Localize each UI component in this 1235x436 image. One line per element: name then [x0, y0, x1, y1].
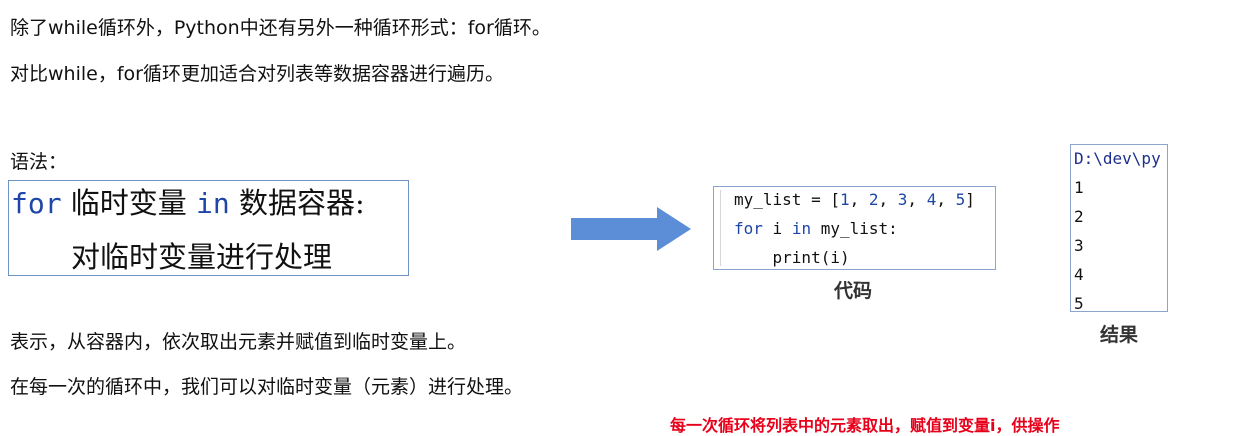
explain-line-1: 表示，从容器内，依次取出元素并赋值到临时变量上。: [10, 331, 467, 353]
result-line: 5: [1074, 294, 1084, 312]
syntax-row-2: 对临时变量进行处理: [71, 240, 333, 274]
result-line: 3: [1074, 236, 1084, 255]
arrow-shape: [571, 207, 691, 251]
intro-line-2: 对比while，for循环更加适合对列表等数据容器进行遍历。: [10, 63, 504, 85]
syntax-label: 语法：: [10, 151, 68, 173]
result-line: 4: [1074, 265, 1084, 284]
intro-line-1: 除了while循环外，Python中还有另外一种循环形式：for循环。: [10, 17, 551, 39]
code-line-2: for i in my_list:: [734, 219, 898, 238]
code-caption: 代码: [834, 280, 873, 302]
result-box: D:\dev\py 1 2 3 4 5: [1070, 144, 1168, 312]
syntax-keyword-in: in: [196, 187, 230, 220]
result-path: D:\dev\py: [1074, 149, 1161, 168]
code-line-1: my_list = [1, 2, 3, 4, 5]: [734, 190, 975, 209]
syntax-keyword-for: for: [11, 187, 62, 220]
syntax-row-1: for 临时变量 in 数据容器:: [11, 185, 365, 222]
syntax-data-container: 数据容器:: [229, 186, 365, 220]
red-note: 每一次循环将列表中的元素取出，赋值到变量i，供操作: [670, 416, 1060, 435]
code-line-3: print(i): [734, 248, 850, 267]
right-arrow-icon: [571, 207, 691, 251]
explain-line-2: 在每一次的循环中，我们可以对临时变量（元素）进行处理。: [10, 376, 524, 398]
result-line: 1: [1074, 178, 1084, 197]
result-line: 2: [1074, 207, 1084, 226]
code-box: my_list = [1, 2, 3, 4, 5] for i in my_li…: [713, 186, 996, 270]
code-gutter: [720, 190, 721, 266]
syntax-temp-var: 临时变量: [61, 186, 197, 220]
syntax-box: for 临时变量 in 数据容器: 对临时变量进行处理: [8, 180, 409, 276]
result-caption: 结果: [1100, 324, 1139, 346]
